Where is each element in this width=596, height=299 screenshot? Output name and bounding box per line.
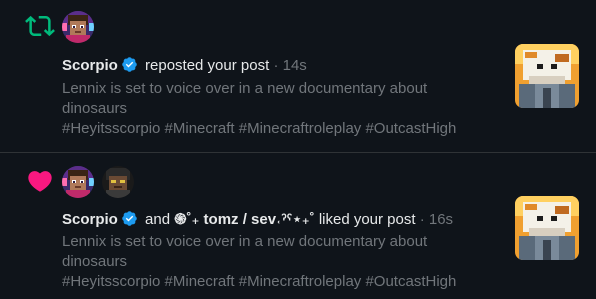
notifications-list: Scorpio reposted your post · 14s Lennix … (0, 0, 596, 299)
notification-headline: Scorpio and ֍˚₊ tomz / sev˓ˀˁ⋆₊˚ liked y… (62, 209, 453, 231)
action-text: liked your post (318, 211, 416, 228)
avatar-scorpio[interactable] (62, 11, 94, 43)
post-text: Lennix is set to voice over in a new doc… (62, 80, 428, 117)
user-name[interactable]: Scorpio (62, 211, 118, 228)
post-hashtags: #Heyitsscorpio #Minecraft #Minecraftrole… (62, 273, 457, 290)
action-text: reposted your post (145, 57, 270, 74)
connector-text: and (145, 211, 171, 228)
user-name[interactable]: Scorpio (62, 57, 118, 74)
verified-badge-icon (121, 210, 138, 231)
post-preview[interactable]: Lennix is set to voice over in a new doc… (62, 79, 482, 139)
post-preview[interactable]: Lennix is set to voice over in a new doc… (62, 232, 482, 292)
notification-repost[interactable]: Scorpio reposted your post · 14s Lennix … (0, 0, 596, 153)
notification-headline: Scorpio reposted your post · 14s (62, 56, 307, 77)
post-hashtags: #Heyitsscorpio #Minecraft #Minecraftrole… (62, 120, 457, 137)
second-user-name[interactable]: ֍˚₊ tomz / sev˓ˀˁ⋆₊˚ (174, 211, 314, 228)
repost-icon (25, 11, 55, 41)
timestamp: 14s (282, 57, 307, 74)
avatar-tomz[interactable] (102, 166, 134, 198)
post-text: Lennix is set to voice over in a new doc… (62, 233, 428, 270)
post-thumbnail[interactable] (515, 196, 579, 260)
notification-like[interactable]: Scorpio and ֍˚₊ tomz / sev˓ˀˁ⋆₊˚ liked y… (0, 154, 596, 299)
avatar-scorpio[interactable] (62, 166, 94, 198)
verified-badge-icon (121, 56, 138, 77)
separator-dot: · (419, 211, 425, 228)
separator-dot: · (273, 57, 279, 74)
post-thumbnail[interactable] (515, 44, 579, 108)
heart-icon (25, 166, 55, 196)
timestamp: 16s (428, 211, 454, 228)
